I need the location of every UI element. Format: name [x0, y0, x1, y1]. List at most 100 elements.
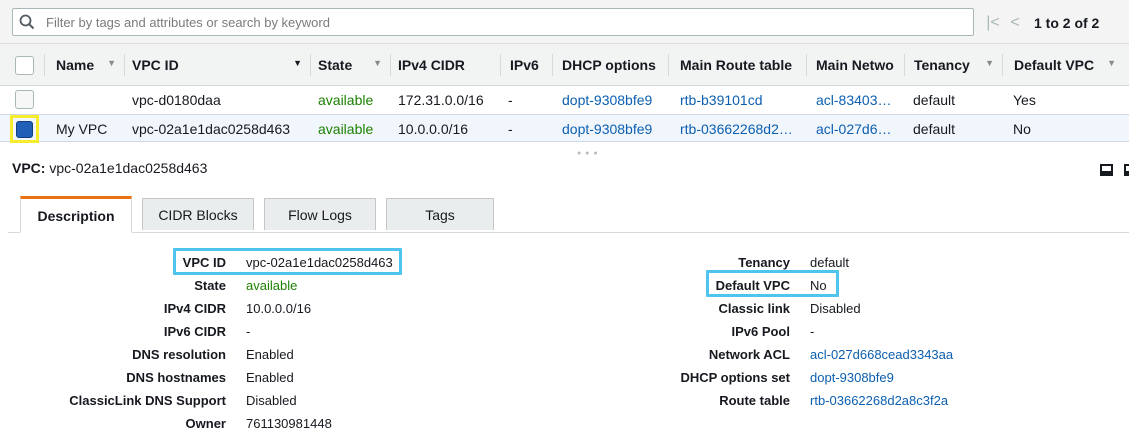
column-label: Main Route table — [680, 57, 793, 73]
column-label: Tenancy — [914, 57, 970, 73]
value-ipv6-pool: - — [810, 324, 815, 339]
label-tenancy: Tenancy — [738, 255, 790, 270]
prev-page-icon[interactable]: < — [1004, 13, 1026, 33]
first-page-icon[interactable]: |< — [982, 13, 1004, 33]
value-tenancy: default — [810, 255, 850, 270]
cell-state: available — [318, 121, 374, 137]
tab-tags[interactable]: Tags — [386, 198, 494, 230]
pane-toggle-icon[interactable] — [1100, 164, 1113, 176]
table-row-selected[interactable]: My VPC vpc-02a1e1dac0258d463 available 1… — [0, 114, 1129, 143]
resize-handle-icon[interactable]: ● ● ● — [577, 150, 599, 157]
cell-dhcp-options-link[interactable]: dopt-9308bfe9 — [562, 86, 652, 114]
cell-state: available — [318, 92, 374, 108]
column-separator — [806, 54, 807, 76]
column-label: DHCP options — [562, 57, 656, 73]
column-label: Default VPC — [1014, 57, 1095, 73]
label-default-vpc: Default VPC — [715, 278, 790, 293]
cell-default-vpc: No — [1013, 121, 1031, 137]
value-dhcp-options-link[interactable]: dopt-9308bfe9 — [810, 370, 894, 385]
cell-tenancy: default — [913, 121, 956, 137]
column-label: Name — [56, 57, 95, 73]
column-separator — [668, 54, 669, 76]
cell-ipv4-cidr: 172.31.0.0/16 — [398, 92, 484, 108]
cell-route-table-link[interactable]: rtb-03662268d2… — [680, 115, 793, 143]
detail-title-value: vpc-02a1e1dac0258d463 — [49, 160, 208, 176]
cell-vpc-id: vpc-02a1e1dac0258d463 — [132, 121, 291, 137]
tab-flow-logs[interactable]: Flow Logs — [264, 198, 376, 230]
row-checkbox-checked[interactable] — [16, 121, 33, 138]
column-label: IPv6 — [510, 57, 539, 73]
detail-tabs: Description CIDR Blocks Flow Logs Tags — [0, 196, 1129, 234]
value-vpc-id: vpc-02a1e1dac0258d463 — [246, 255, 393, 270]
value-state: available — [246, 278, 298, 293]
sort-caret-icon: ▼ — [373, 58, 382, 68]
cell-dhcp-options-link[interactable]: dopt-9308bfe9 — [562, 115, 652, 143]
cell-route-table-link[interactable]: rtb-b39101cd — [680, 86, 763, 114]
column-separator — [1002, 54, 1003, 76]
select-all-checkbox[interactable] — [15, 56, 34, 75]
column-default-vpc[interactable]: Default VPC ▼ — [1006, 44, 1124, 86]
column-label: VPC ID — [132, 57, 179, 73]
search-box[interactable] — [12, 8, 974, 36]
column-main-network-acl[interactable]: Main Netwo — [808, 44, 904, 86]
label-owner: Owner — [185, 416, 226, 431]
value-owner: 761130981448 — [246, 416, 332, 431]
label-ipv4-cidr: IPv4 CIDR — [163, 301, 226, 316]
label-ipv6-cidr: IPv6 CIDR — [163, 324, 226, 339]
row-checkbox[interactable] — [15, 90, 34, 109]
cell-ipv6: - — [508, 92, 513, 108]
value-network-acl-link[interactable]: acl-027d668cead3343aa — [810, 347, 953, 362]
value-ipv4-cidr: 10.0.0.0/16 — [246, 301, 312, 316]
column-separator — [500, 54, 501, 76]
cell-ipv6: - — [508, 121, 513, 137]
column-separator — [552, 54, 553, 76]
cell-network-acl-link[interactable]: acl-83403… — [816, 86, 892, 114]
cell-network-acl-link[interactable]: acl-027d6… — [816, 115, 892, 143]
sort-caret-icon: ▼ — [107, 58, 116, 68]
column-main-route-table[interactable]: Main Route table — [672, 44, 806, 86]
sort-caret-icon: ▼ — [985, 58, 994, 68]
value-dns-hostnames: Enabled — [246, 370, 294, 385]
label-dns-hostnames: DNS hostnames — [126, 370, 226, 385]
value-dns-resolution: Enabled — [246, 347, 294, 362]
column-ipv6[interactable]: IPv6 — [502, 44, 552, 86]
pagination-text: 1 to 2 of 2 — [1034, 15, 1100, 31]
cell-vpc-id: vpc-d0180daa — [132, 92, 221, 108]
detail-title-label: VPC: — [12, 160, 46, 176]
label-vpc-id: VPC ID — [182, 255, 226, 270]
value-classiclink-dns: Disabled — [246, 393, 297, 408]
label-dhcp-options-set: DHCP options set — [680, 370, 790, 385]
search-icon — [19, 14, 35, 30]
label-network-acl: Network ACL — [708, 347, 790, 362]
value-route-table-link[interactable]: rtb-03662268d2a8c3f2a — [810, 393, 948, 408]
pagination: |< < 1 to 2 of 2 — [982, 12, 1105, 34]
column-label: State — [318, 57, 353, 73]
column-state[interactable]: State ▼ — [310, 44, 390, 86]
label-route-table: Route table — [719, 393, 790, 408]
cell-ipv4-cidr: 10.0.0.0/16 — [398, 121, 469, 137]
tab-cidr-blocks[interactable]: CIDR Blocks — [142, 198, 254, 230]
column-label: IPv4 CIDR — [398, 57, 465, 73]
tab-baseline — [8, 232, 1129, 233]
column-dhcp-options[interactable]: DHCP options — [554, 44, 668, 86]
column-vpc-id[interactable]: VPC ID ▼ — [124, 44, 310, 86]
label-dns-resolution: DNS resolution — [132, 347, 226, 362]
column-ipv4-cidr[interactable]: IPv4 CIDR — [390, 44, 500, 86]
detail-title: VPC: vpc-02a1e1dac0258d463 — [12, 160, 207, 176]
tab-description[interactable]: Description — [20, 196, 132, 233]
cell-default-vpc: Yes — [1013, 92, 1036, 108]
column-name[interactable]: Name ▼ — [48, 44, 124, 86]
table-row[interactable]: vpc-d0180daa available 172.31.0.0/16 - d… — [0, 86, 1129, 114]
label-state: State — [194, 278, 226, 293]
label-ipv6-pool: IPv6 Pool — [731, 324, 790, 339]
pane-toggle-icon[interactable] — [1124, 164, 1129, 176]
cell-name: My VPC — [56, 121, 108, 137]
label-classic-link: Classic link — [718, 301, 790, 316]
sort-caret-icon: ▼ — [1107, 58, 1116, 68]
search-input[interactable] — [46, 12, 946, 32]
label-classiclink-dns: ClassicLink DNS Support — [69, 393, 226, 408]
column-label: Main Netwo — [816, 57, 894, 73]
value-classic-link: Disabled — [810, 301, 861, 316]
column-tenancy[interactable]: Tenancy ▼ — [906, 44, 1002, 86]
cell-tenancy: default — [913, 92, 956, 108]
